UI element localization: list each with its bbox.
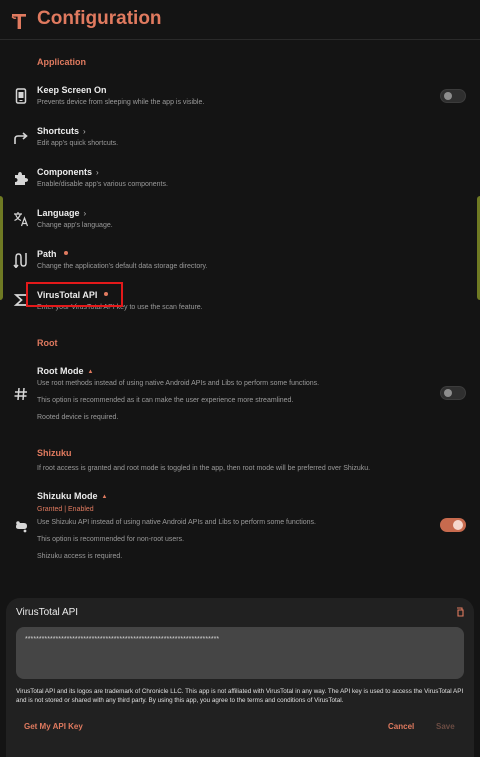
hash-icon (14, 387, 27, 401)
shizuku-icon (16, 521, 27, 533)
pick-tool-icon (11, 14, 26, 29)
chevron-right-icon: › (96, 168, 99, 177)
get-api-key-button[interactable]: Get My API Key (24, 722, 83, 731)
setting-title: Keep Screen On (37, 85, 107, 95)
setting-components[interactable]: Components › Enable/disable app's various… (0, 162, 480, 198)
warning-icon: ▲ (87, 369, 94, 375)
section-header-root: Root (37, 338, 58, 348)
section-header-application: Application (37, 57, 86, 67)
setting-subtitle: Edit app's quick shortcuts. (37, 140, 119, 147)
paste-icon[interactable] (455, 607, 465, 617)
api-key-value: ****************************************… (25, 636, 220, 643)
setting-subtitle: Change app's language. (37, 222, 113, 229)
setting-path[interactable]: Path Change the application's default da… (0, 244, 480, 280)
setting-shortcuts[interactable]: Shortcuts › Edit app's quick shortcuts. (0, 121, 480, 157)
section-header-shizuku: Shizuku (37, 448, 72, 458)
keep-screen-on-toggle[interactable] (440, 89, 466, 103)
setting-title: Path (37, 249, 57, 259)
setting-title: Language (37, 208, 80, 218)
setting-requirement: Shizuku access is required. (37, 553, 123, 560)
setting-subtitle: Prevents device from sleeping while the … (37, 99, 205, 106)
setting-language[interactable]: Language › Change app's language. (0, 203, 480, 239)
virustotal-api-dialog: VirusTotal API *************************… (6, 598, 474, 757)
setting-subtitle: Enable/disable app's various components. (37, 181, 168, 188)
setting-subtitle: Change the application's default data st… (37, 263, 208, 270)
toggle-knob (444, 389, 452, 397)
warning-icon: ▲ (101, 494, 108, 500)
toggle-knob (444, 92, 452, 100)
setting-description: This option is recommended for non-root … (37, 536, 185, 543)
screen-icon (15, 88, 27, 104)
shortcut-arrow-icon (14, 132, 28, 144)
setting-keep-screen-on[interactable]: Keep Screen On Prevents device from slee… (0, 80, 480, 116)
setting-shizuku-mode[interactable]: Shizuku Mode ▲ Granted | Enabled Use Shiz… (0, 486, 480, 566)
dialog-title: VirusTotal API (16, 607, 79, 618)
api-key-input[interactable]: ****************************************… (16, 627, 464, 679)
setting-description: This option is recommended as it can mak… (37, 397, 294, 404)
setting-title: Root Mode (37, 366, 84, 376)
setting-title: Shortcuts (37, 126, 80, 136)
dialog-disclaimer: VirusTotal API and its logos are tradema… (16, 688, 464, 704)
setting-title: Shizuku Mode (37, 491, 98, 501)
shizuku-note: If root access is granted and root mode … (37, 465, 371, 472)
shizuku-mode-toggle[interactable] (440, 518, 466, 532)
setting-description: Use Shizuku API instead of using native … (37, 519, 316, 526)
root-mode-toggle[interactable] (440, 386, 466, 400)
save-button[interactable]: Save (436, 722, 455, 731)
top-app-bar: Configuration (0, 0, 480, 40)
translate-icon (14, 212, 29, 227)
setting-root-mode[interactable]: Root Mode ▲ Use root methods instead of u… (0, 361, 480, 425)
modified-dot (63, 251, 68, 255)
chevron-right-icon: › (83, 127, 86, 136)
setting-title: Components (37, 167, 92, 177)
page-title: Configuration (37, 8, 162, 29)
puzzle-icon (15, 172, 28, 185)
cancel-button[interactable]: Cancel (388, 722, 414, 731)
setting-description: Use root methods instead of using native… (37, 380, 320, 387)
path-icon (13, 253, 27, 268)
configuration-screen: Configuration Application Keep Screen On… (0, 0, 480, 757)
highlight-box (26, 282, 123, 307)
setting-requirement: Rooted device is required. (37, 414, 119, 421)
toggle-knob (453, 520, 463, 530)
shizuku-status: Granted | Enabled (37, 506, 94, 513)
chevron-right-icon: › (83, 209, 87, 218)
